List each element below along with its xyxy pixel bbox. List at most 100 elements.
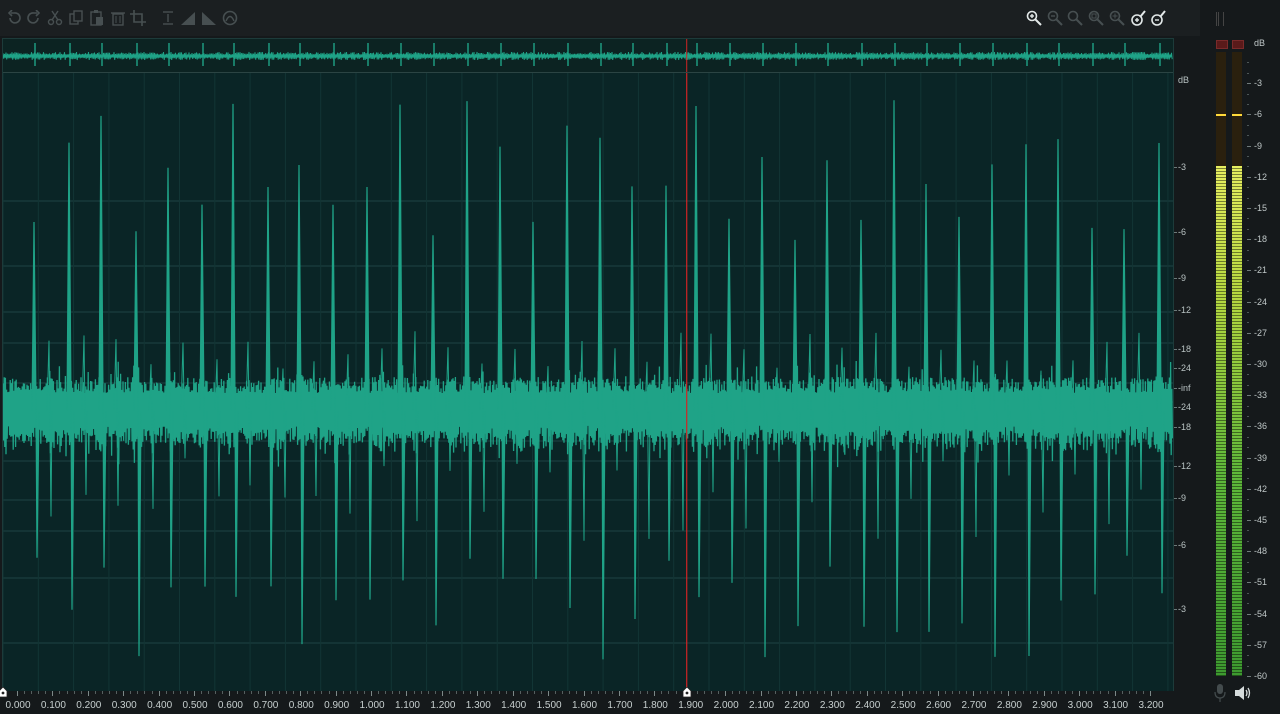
meter-scale-tick xyxy=(1247,270,1251,272)
time-tick xyxy=(795,691,797,696)
time-label: 1.800 xyxy=(642,700,668,711)
selection-start-marker-icon[interactable] xyxy=(0,687,8,699)
time-minor-tick xyxy=(484,691,486,694)
panel-grip-handle[interactable] xyxy=(1216,12,1224,26)
time-tick xyxy=(866,691,868,696)
redo-button[interactable] xyxy=(24,8,44,28)
time-minor-tick xyxy=(463,691,465,694)
zoom-selection-button[interactable] xyxy=(1086,8,1106,28)
paste-button[interactable] xyxy=(87,8,107,28)
meter-minor-tick xyxy=(1247,624,1249,625)
time-label: 1.500 xyxy=(536,700,562,711)
zoom-full-icon xyxy=(1109,10,1125,26)
undo-button[interactable] xyxy=(4,8,24,28)
meter-minor-tick xyxy=(1247,322,1249,324)
clip-indicator-right[interactable] xyxy=(1232,40,1244,49)
time-minor-tick xyxy=(746,691,748,694)
zoom-vertical-out-button[interactable] xyxy=(1148,8,1168,28)
time-minor-tick xyxy=(328,691,330,694)
delete-button[interactable] xyxy=(108,8,128,28)
time-minor-tick xyxy=(1015,691,1017,694)
time-ruler[interactable]: 0.000 0.100 0.200 0.300 0.400 0.500 0.600 0.700… xyxy=(0,687,1200,714)
time-minor-tick xyxy=(803,691,805,694)
time-minor-tick xyxy=(165,691,167,694)
effects-button[interactable] xyxy=(220,8,240,28)
meter-scale-label: -6 xyxy=(1254,109,1263,120)
clip-indicator-left[interactable] xyxy=(1216,40,1228,49)
zoom-fit-button[interactable] xyxy=(1065,8,1085,28)
waveform-view[interactable] xyxy=(3,73,1173,692)
meter-scale-label: -27 xyxy=(1254,327,1268,338)
time-tick xyxy=(1150,691,1151,696)
zoom-in-button[interactable] xyxy=(1024,8,1044,28)
paste-icon xyxy=(90,10,103,26)
zoom-fit-icon xyxy=(1068,10,1084,26)
meter-minor-tick xyxy=(1247,478,1249,480)
microphone-icon[interactable] xyxy=(1214,684,1226,702)
meter-minor-tick xyxy=(1247,135,1249,137)
crop-button[interactable] xyxy=(128,8,148,28)
amplitude-label: -24 xyxy=(1178,363,1192,373)
time-tick xyxy=(123,691,125,696)
time-minor-tick xyxy=(130,691,132,694)
meter-scale-label: -36 xyxy=(1254,421,1268,432)
time-minor-tick xyxy=(378,691,380,694)
meter-minor-tick xyxy=(1247,468,1249,469)
time-minor-tick xyxy=(526,691,528,694)
time-label: 2.300 xyxy=(819,700,845,711)
normalize-button[interactable] xyxy=(158,8,178,28)
amplitude-tick xyxy=(1174,609,1177,610)
time-minor-tick xyxy=(279,691,280,694)
time-tick xyxy=(831,691,833,696)
time-label: 0.200 xyxy=(76,700,102,711)
time-label: 0.400 xyxy=(147,700,173,711)
time-minor-tick xyxy=(179,691,181,694)
waveform-overview[interactable] xyxy=(3,39,1173,73)
zoom-out-button[interactable] xyxy=(1045,8,1065,28)
amplitude-label: -9 xyxy=(1178,273,1187,283)
meter-minor-tick xyxy=(1247,416,1249,417)
zoom-full-button[interactable] xyxy=(1107,8,1127,28)
time-tick xyxy=(441,691,443,696)
meter-scale-tick xyxy=(1247,426,1251,428)
time-tick xyxy=(937,691,939,696)
waveform-editor[interactable] xyxy=(2,38,1174,693)
amplitude-tick xyxy=(1174,427,1177,428)
meter-minor-tick xyxy=(1247,62,1249,64)
waveform-peaks xyxy=(31,100,1165,660)
playhead-marker-icon[interactable] xyxy=(682,687,692,699)
zoom-vertical-in-button[interactable] xyxy=(1128,8,1148,28)
time-label: 1.900 xyxy=(678,700,704,711)
time-minor-tick xyxy=(286,691,288,694)
time-tick xyxy=(1043,691,1045,696)
meter-scale-label: -21 xyxy=(1254,265,1268,276)
cut-button[interactable] xyxy=(45,8,65,28)
toolbar xyxy=(0,0,1200,36)
normalize-icon xyxy=(163,11,173,25)
time-minor-tick xyxy=(965,691,967,694)
meter-scale-tick xyxy=(1247,145,1251,147)
copy-button[interactable] xyxy=(66,8,86,28)
amplitude-tick xyxy=(1174,349,1177,350)
meter-scale-tick xyxy=(1247,364,1251,365)
time-minor-tick xyxy=(895,691,897,694)
meter-minor-tick xyxy=(1247,166,1249,168)
time-minor-tick xyxy=(647,691,649,694)
speaker-icon[interactable] xyxy=(1234,684,1252,702)
meter-minor-tick xyxy=(1247,540,1249,542)
meter-minor-tick xyxy=(1247,592,1249,594)
peak-hold-indicator xyxy=(1216,114,1226,117)
time-minor-tick xyxy=(859,691,861,694)
time-minor-tick xyxy=(633,691,635,694)
time-minor-tick xyxy=(307,691,309,694)
time-label: 0.500 xyxy=(182,700,208,711)
zoom-out-icon xyxy=(1047,10,1063,26)
fade-in-button[interactable] xyxy=(178,8,198,28)
amplitude-tick xyxy=(1174,388,1177,389)
time-label: 1.400 xyxy=(501,700,527,711)
meter-scale-label: -42 xyxy=(1254,483,1268,494)
fade-out-button[interactable] xyxy=(199,8,219,28)
time-minor-tick xyxy=(980,691,982,694)
meter-minor-tick xyxy=(1247,187,1249,189)
time-minor-tick xyxy=(385,691,387,694)
